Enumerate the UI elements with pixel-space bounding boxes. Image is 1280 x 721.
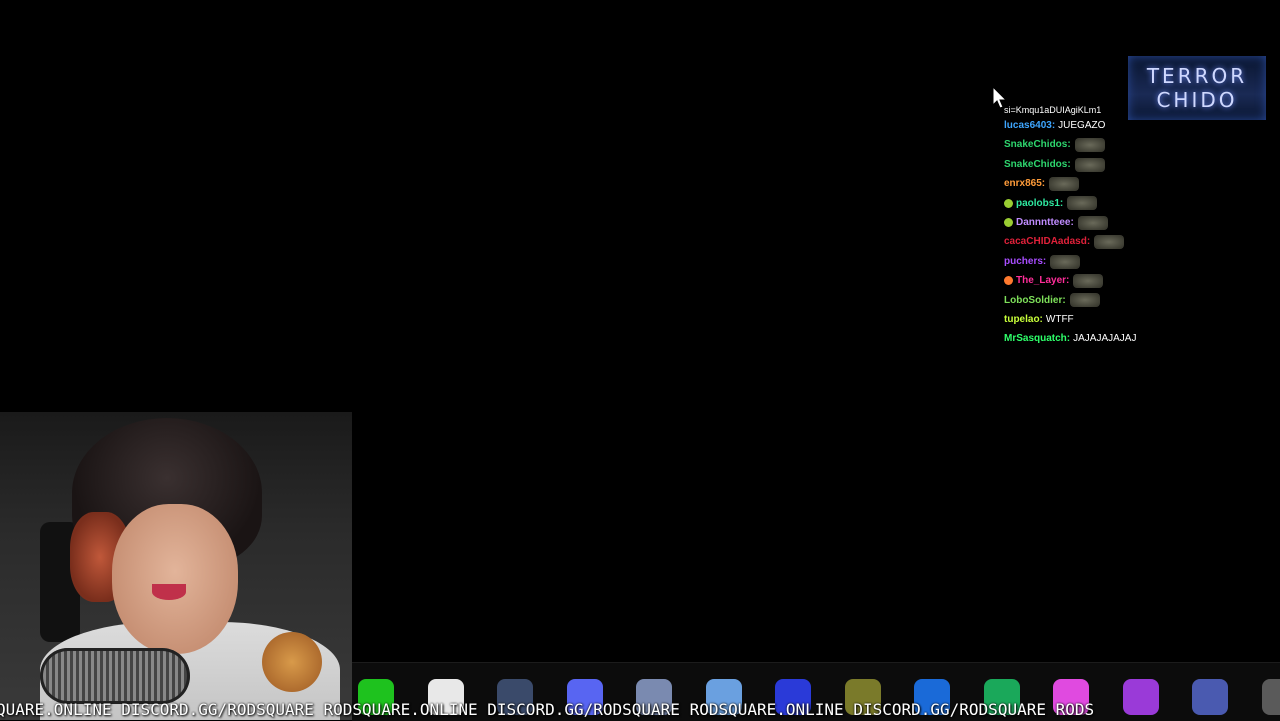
chat-badge-icon [1004, 276, 1013, 285]
webcam-overlay [0, 412, 352, 720]
chat-emote-icon [1067, 196, 1097, 210]
chat-message: puchers: [1004, 252, 1164, 271]
chat-messages: lucas6403:JUEGAZOSnakeChidos:SnakeChidos… [1004, 116, 1164, 349]
ticker-text: QUARE.ONLINE DISCORD.GG/RODSQUARE RODSQU… [0, 700, 1094, 719]
chat-text: WTFF [1046, 310, 1074, 329]
chat-username: cacaCHIDAadasd: [1004, 232, 1090, 251]
mouth [152, 584, 186, 600]
chat-emote-icon [1078, 216, 1108, 230]
logo-line-1: TERROR [1147, 64, 1247, 88]
chat-message: SnakeChidos: [1004, 155, 1164, 174]
chat-text: JAJAJAJAJAJ [1073, 329, 1136, 348]
chat-emote-icon [1073, 274, 1103, 288]
chat-username: LoboSoldier: [1004, 291, 1066, 310]
chat-overlay: si=Kmqu1aDUIAgiKLm1 lucas6403:JUEGAZOSna… [1004, 104, 1164, 349]
chat-username: The_Layer: [1016, 271, 1069, 290]
streamer-face [112, 504, 238, 654]
chat-emote-icon [1050, 255, 1080, 269]
chat-emote-icon [1075, 138, 1105, 152]
chat-message: MrSasquatch:JAJAJAJAJAJ [1004, 329, 1164, 348]
chat-username: puchers: [1004, 252, 1046, 271]
chat-message: enrx865: [1004, 174, 1164, 193]
chat-username: SnakeChidos: [1004, 135, 1071, 154]
chat-username: enrx865: [1004, 174, 1045, 193]
microphone [40, 648, 190, 704]
chat-username: SnakeChidos: [1004, 155, 1071, 174]
chat-username: paolobs1: [1016, 194, 1063, 213]
chat-emote-icon [1094, 235, 1124, 249]
chat-message: SnakeChidos: [1004, 135, 1164, 154]
chat-username: lucas6403: [1004, 116, 1055, 135]
chat-badge-icon [1004, 199, 1013, 208]
chat-message: Dannntteee: [1004, 213, 1164, 232]
chat-cut-line: si=Kmqu1aDUIAgiKLm1 [1004, 104, 1164, 116]
chat-emote-icon [1070, 293, 1100, 307]
chat-text: JUEGAZO [1058, 116, 1105, 135]
chat-badge-icon [1004, 218, 1013, 227]
chat-username: tupelao: [1004, 310, 1043, 329]
chat-message: tupelao:WTFF [1004, 310, 1164, 329]
chat-message: The_Layer: [1004, 271, 1164, 290]
chat-message: cacaCHIDAadasd: [1004, 232, 1164, 251]
chat-message: paolobs1: [1004, 194, 1164, 213]
ticker-banner: QUARE.ONLINE DISCORD.GG/RODSQUARE RODSQU… [0, 698, 1280, 720]
chat-username: MrSasquatch: [1004, 329, 1070, 348]
logo-line-2: CHIDO [1156, 88, 1237, 112]
chat-message: LoboSoldier: [1004, 291, 1164, 310]
chat-message: lucas6403:JUEGAZO [1004, 116, 1164, 135]
chat-username: Dannntteee: [1016, 213, 1074, 232]
mouse-cursor-icon [992, 86, 1008, 110]
food [262, 632, 322, 692]
chat-emote-icon [1075, 158, 1105, 172]
chat-emote-icon [1049, 177, 1079, 191]
